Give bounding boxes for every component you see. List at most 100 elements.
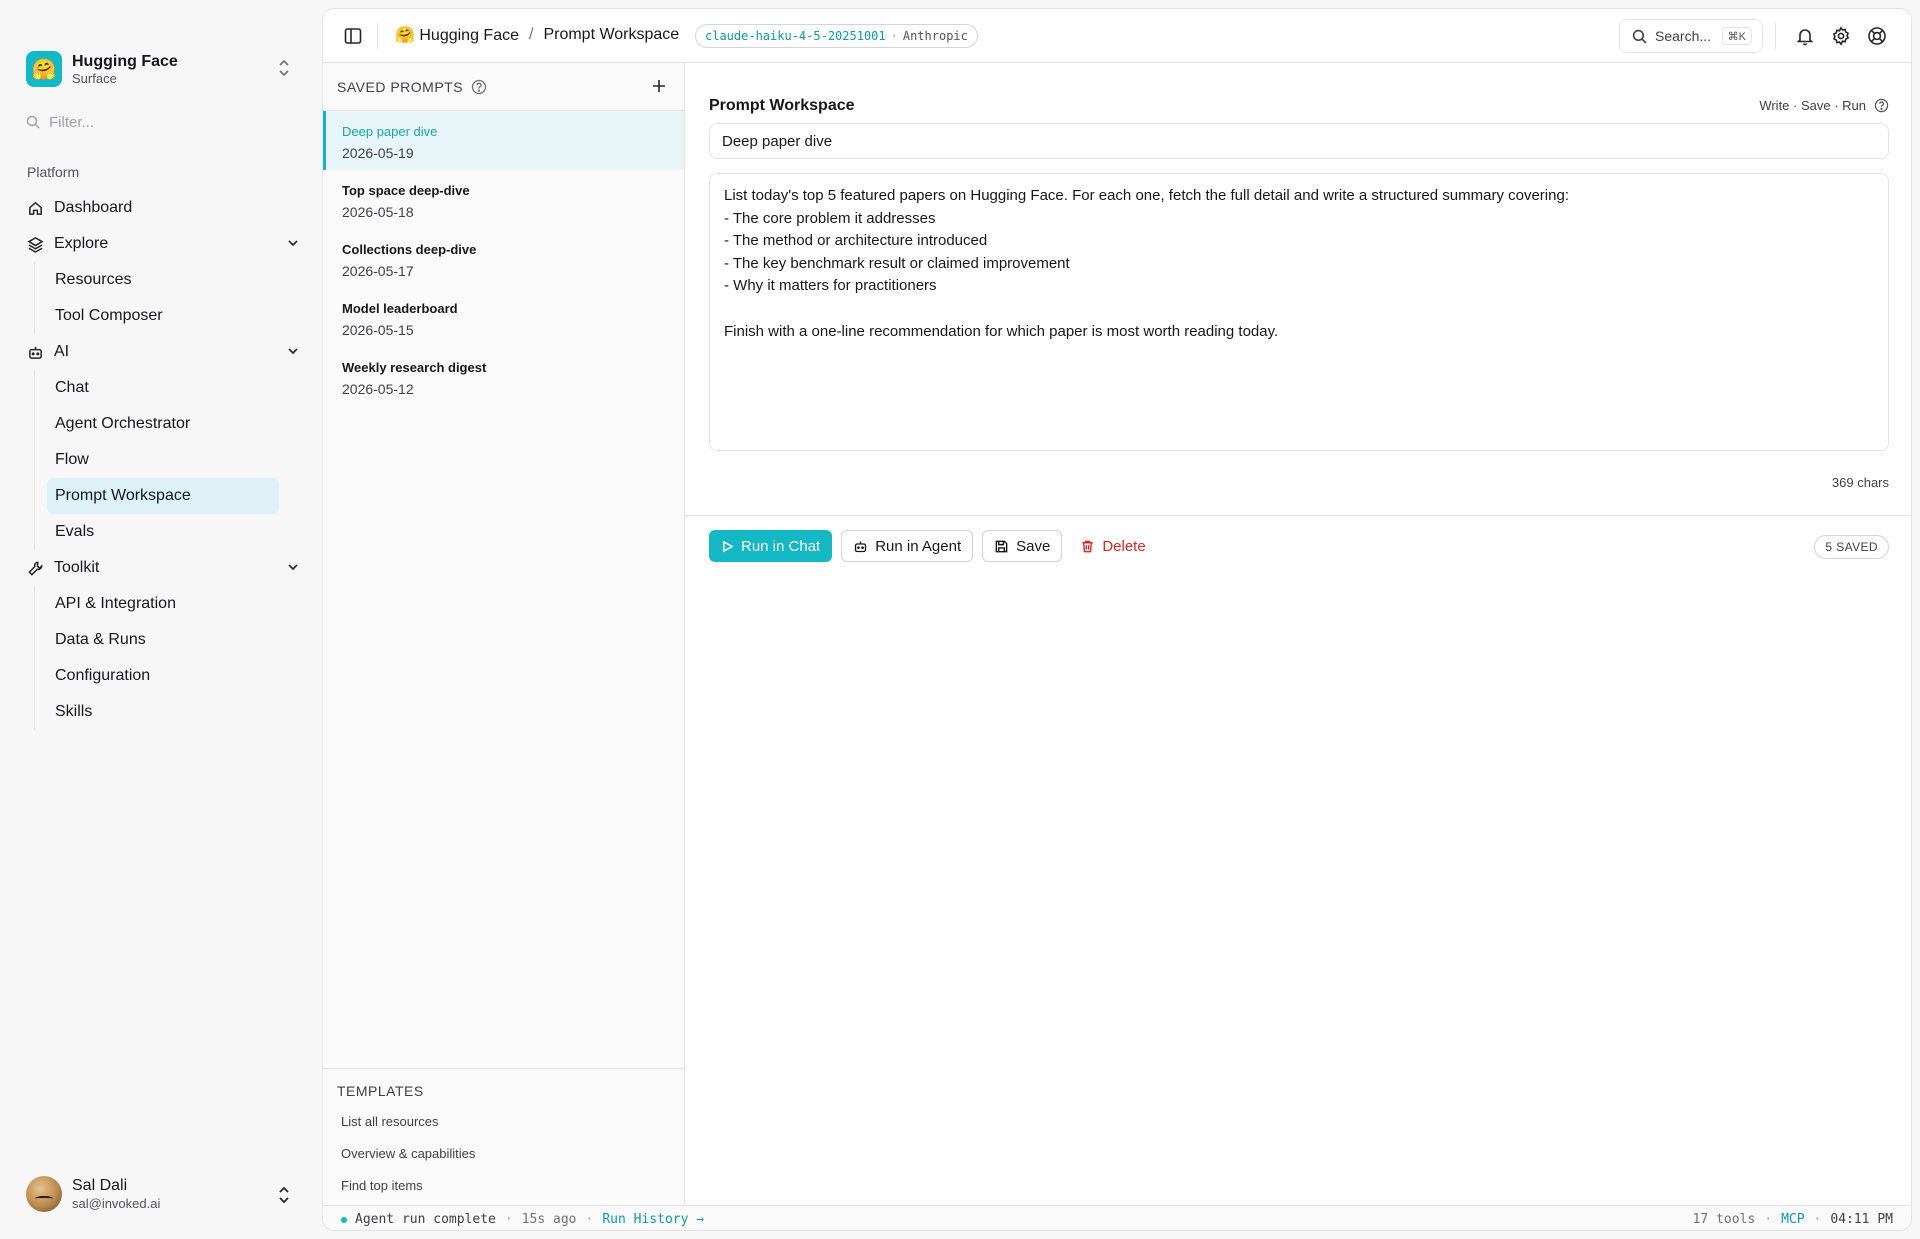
- templates-title: TEMPLATES: [337, 1083, 424, 1099]
- save-button[interactable]: Save: [982, 530, 1063, 562]
- workspace-switcher[interactable]: 🤗 Hugging Face Surface: [26, 50, 296, 88]
- status-time-ago: 15s ago: [521, 1212, 577, 1227]
- prompt-list-item[interactable]: Collections deep-dive 2026-05-17: [323, 229, 684, 288]
- chevron-up-down-icon: [276, 1185, 292, 1210]
- user-menu[interactable]: Sal Dali sal@invoked.ai: [26, 1175, 296, 1213]
- saved-prompts-title: SAVED PROMPTS: [337, 78, 464, 95]
- template-item[interactable]: Find top items: [341, 1178, 423, 1193]
- divider: [685, 515, 1911, 516]
- floppy-disk-icon: [995, 540, 1008, 552]
- add-prompt-icon[interactable]: [650, 77, 668, 100]
- breadcrumb-root[interactable]: 🤗 Hugging Face: [395, 25, 519, 45]
- saved-prompts-header: SAVED PROMPTS: [323, 63, 684, 111]
- saved-prompts-list: Deep paper dive 2026-05-19 Top space dee…: [323, 111, 684, 406]
- sidebar-item-skills[interactable]: Skills: [47, 694, 279, 730]
- sidebar-item-ai[interactable]: AI: [26, 334, 300, 370]
- status-separator: ·: [1764, 1212, 1773, 1227]
- help-icon[interactable]: [471, 79, 487, 95]
- sidebar-item-data-runs[interactable]: Data & Runs: [47, 622, 279, 658]
- template-item[interactable]: List all resources: [341, 1114, 439, 1129]
- button-label: Save: [1016, 537, 1051, 555]
- prompt-title: Model leaderboard: [342, 301, 458, 316]
- search-label: Search...: [1655, 28, 1712, 44]
- chevron-down-icon: [286, 344, 300, 363]
- sidebar-item-resources[interactable]: Resources: [47, 262, 279, 298]
- sidebar-item-prompt-workspace[interactable]: Prompt Workspace: [47, 478, 279, 514]
- run-history-link[interactable]: Run History →: [602, 1212, 704, 1227]
- prompt-body-textarea[interactable]: List today's top 5 featured papers on Hu…: [709, 173, 1889, 451]
- editor-title: Prompt Workspace: [709, 97, 855, 114]
- search-icon: [1632, 29, 1647, 43]
- prompt-date: 2026-05-15: [342, 322, 414, 338]
- prompt-list-item[interactable]: Top space deep-dive 2026-05-18: [323, 170, 684, 229]
- model-badge[interactable]: claude-haiku-4-5-20251001 · Anthropic: [695, 24, 978, 48]
- prompt-list-item[interactable]: Weekly research digest 2026-05-12: [323, 347, 684, 406]
- prompt-name-input[interactable]: [709, 123, 1889, 159]
- prompt-list-item[interactable]: Deep paper dive 2026-05-19: [323, 111, 684, 170]
- templates-section: TEMPLATES List all resources Overview & …: [323, 1068, 684, 1213]
- sidebar-item-configuration[interactable]: Configuration: [47, 658, 279, 694]
- tools-count: 17 tools: [1692, 1212, 1756, 1227]
- sidebar-item-agent-orchestrator[interactable]: Agent Orchestrator: [47, 406, 279, 442]
- sidebar-item-label: Explore: [54, 235, 109, 252]
- search-icon: [26, 115, 40, 129]
- sidebar-item-evals[interactable]: Evals: [47, 514, 279, 550]
- prompt-date: 2026-05-19: [342, 145, 414, 161]
- status-message: Agent run complete: [355, 1212, 496, 1227]
- section-label-platform: Platform: [27, 164, 80, 180]
- breadcrumb-separator: /: [528, 26, 534, 43]
- prompt-title: Deep paper dive: [342, 124, 438, 139]
- sidebar-item-tool-composer[interactable]: Tool Composer: [47, 298, 279, 334]
- button-label: Delete: [1102, 537, 1146, 555]
- breadcrumb: 🤗 Hugging Face / Prompt Workspace: [395, 25, 679, 45]
- workspace-name: Hugging Face: [72, 52, 178, 70]
- saved-prompts-panel: SAVED PROMPTS Deep paper dive 2026-05-19…: [323, 63, 685, 1213]
- sidebar-filter-input[interactable]: [49, 113, 269, 131]
- divider: [1775, 23, 1776, 49]
- sidebar: 🤗 Hugging Face Surface Platform Dashboar…: [0, 0, 322, 1239]
- prompt-title: Weekly research digest: [342, 360, 487, 375]
- sidebar-toggle-icon[interactable]: [343, 26, 363, 46]
- prompt-date: 2026-05-12: [342, 381, 414, 397]
- help-icon[interactable]: [1874, 98, 1889, 113]
- toolkit-subnav: API & Integration Data & Runs Configurat…: [34, 586, 300, 730]
- prompt-title: Collections deep-dive: [342, 242, 477, 257]
- sidebar-item-explore[interactable]: Explore: [26, 226, 300, 262]
- search-shortcut: ⌘K: [1721, 27, 1752, 45]
- status-separator: ·: [1813, 1212, 1822, 1227]
- sidebar-nav: Dashboard Explore Resources Tool Compose…: [26, 190, 300, 730]
- prompt-date: 2026-05-17: [342, 263, 414, 279]
- sidebar-item-api-integration[interactable]: API & Integration: [47, 586, 279, 622]
- sidebar-item-flow[interactable]: Flow: [47, 442, 279, 478]
- sidebar-item-chat[interactable]: Chat: [47, 370, 279, 406]
- avatar: [26, 1176, 62, 1212]
- sidebar-item-label: Dashboard: [54, 199, 133, 216]
- sidebar-item-toolkit[interactable]: Toolkit: [26, 550, 300, 586]
- model-provider: Anthropic: [902, 29, 968, 43]
- template-item[interactable]: Overview & capabilities: [341, 1146, 475, 1161]
- play-icon: [723, 540, 734, 552]
- saved-count-badge: 5 SAVED: [1814, 535, 1889, 559]
- workspace-logo: 🤗: [26, 51, 62, 87]
- delete-button[interactable]: Delete: [1071, 530, 1154, 562]
- bell-icon[interactable]: [1795, 26, 1815, 46]
- prompt-title: Top space deep-dive: [342, 183, 470, 198]
- gear-icon[interactable]: [1831, 26, 1851, 46]
- sidebar-item-label: Toolkit: [54, 559, 100, 576]
- prompt-editor: Prompt Workspace Write · Save · Run List…: [685, 63, 1911, 1213]
- status-separator: ·: [504, 1212, 513, 1227]
- model-separator: ·: [890, 29, 898, 43]
- sidebar-item-dashboard[interactable]: Dashboard: [26, 190, 300, 226]
- prompt-list-item[interactable]: Model leaderboard 2026-05-15: [323, 288, 684, 347]
- mcp-label[interactable]: MCP: [1781, 1212, 1804, 1227]
- button-label: Run in Chat: [741, 537, 821, 555]
- run-in-agent-button[interactable]: Run in Agent: [841, 530, 974, 562]
- run-in-chat-button[interactable]: Run in Chat: [709, 530, 833, 562]
- chevron-down-icon: [286, 560, 300, 579]
- search-button[interactable]: Search... ⌘K: [1619, 19, 1763, 53]
- home-icon: [26, 199, 44, 217]
- editor-actions: Run in Chat Run in Agent Save Delete: [709, 530, 1164, 562]
- help-circle-icon[interactable]: [1867, 26, 1887, 46]
- status-dot: [341, 1217, 347, 1223]
- status-separator: ·: [585, 1212, 594, 1227]
